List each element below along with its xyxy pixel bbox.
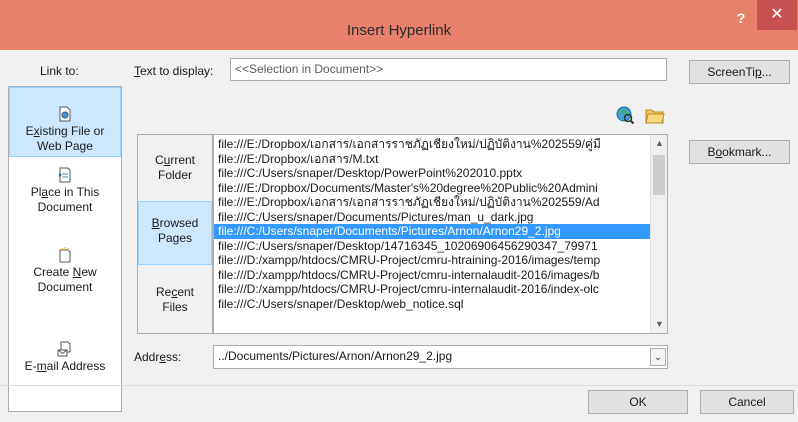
browse-file-folder-icon[interactable] — [644, 104, 666, 126]
existing-file-icon — [59, 106, 71, 122]
cancel-button[interactable]: Cancel — [700, 390, 794, 414]
list-item-selected[interactable]: file:///C:/Users/snaper/Documents/Pictur… — [214, 224, 652, 239]
look-in-current-folder[interactable]: Current Folder — [138, 153, 212, 183]
address-input[interactable]: ../Documents/Pictures/Arnon/Arnon29_2.jp… — [213, 345, 668, 369]
scroll-up-icon[interactable]: ▲ — [651, 135, 667, 152]
divider — [0, 385, 798, 386]
list-item[interactable]: file:///D:/xampp/htdocs/CMRU-Project/cmr… — [214, 282, 652, 297]
address-label: Address: — [134, 350, 182, 364]
email-address-icon — [57, 341, 71, 357]
dialog-title: Insert Hyperlink — [346, 22, 452, 39]
chevron-down-icon[interactable]: ⌄ — [650, 348, 666, 366]
ok-button[interactable]: OK — [588, 390, 688, 414]
list-item[interactable]: file:///E:/Dropbox/เอกสาร/เอกสารราชภัฏเช… — [214, 137, 652, 152]
list-item[interactable]: file:///D:/xampp/htdocs/CMRU-Project/cmr… — [214, 268, 652, 283]
link-to-create-new-document[interactable]: Create New Document — [9, 247, 121, 309]
screentip-button[interactable]: ScreenTip... — [689, 60, 790, 84]
link-to-existing-file[interactable]: Existing File or Web Page — [9, 87, 121, 157]
link-to-email-address[interactable]: E-mail Address — [9, 341, 121, 381]
list-item[interactable]: file:///E:/Dropbox/เอกสาร/M.txt — [214, 152, 652, 167]
link-to-panel: Existing File or Web Page Place in This … — [8, 86, 122, 412]
help-button[interactable]: ? — [733, 10, 749, 30]
bookmark-button[interactable]: Bookmark... — [689, 140, 790, 164]
text-to-display-label: Text to display: — [134, 64, 214, 78]
scroll-down-icon[interactable]: ▼ — [651, 316, 667, 333]
scroll-thumb[interactable] — [653, 155, 665, 195]
list-item[interactable]: file:///C:/Users/snaper/Desktop/14716345… — [214, 239, 652, 254]
link-to-place-in-document[interactable]: Place in This Document — [9, 167, 121, 229]
list-item[interactable]: file:///E:/Dropbox/เอกสาร/เอกสารราชภัฏเช… — [214, 195, 652, 210]
list-item[interactable]: file:///D:/xampp/htdocs/CMRU-Project/cmr… — [214, 253, 652, 268]
title-bar: Insert Hyperlink ? ✕ — [0, 0, 798, 50]
browse-web-icon[interactable] — [614, 104, 636, 126]
list-item[interactable]: file:///C:/Users/snaper/Desktop/PowerPoi… — [214, 166, 652, 181]
link-to-label: Link to: — [40, 64, 79, 78]
list-item[interactable]: file:///C:/Users/snaper/Desktop/web_noti… — [214, 297, 652, 312]
file-list-scrollbar[interactable]: ▲ ▼ — [650, 135, 667, 333]
close-button[interactable]: ✕ — [757, 0, 797, 30]
file-list[interactable]: file:///E:/Dropbox/เอกสาร/เอกสารราชภัฏเช… — [213, 134, 668, 334]
place-in-document-icon — [59, 167, 71, 183]
look-in-recent-files[interactable]: Recent Files — [138, 285, 212, 315]
list-item[interactable]: file:///C:/Users/snaper/Documents/Pictur… — [214, 210, 652, 225]
look-in-browsed-pages[interactable]: Browsed Pages — [138, 201, 212, 265]
create-new-document-icon — [59, 247, 71, 263]
text-to-display-input[interactable]: <<Selection in Document>> — [230, 58, 667, 81]
look-in-panel: Current Folder Browsed Pages Recent File… — [137, 134, 213, 334]
list-item[interactable]: file:///E:/Dropbox/Documents/Master's%20… — [214, 181, 652, 196]
